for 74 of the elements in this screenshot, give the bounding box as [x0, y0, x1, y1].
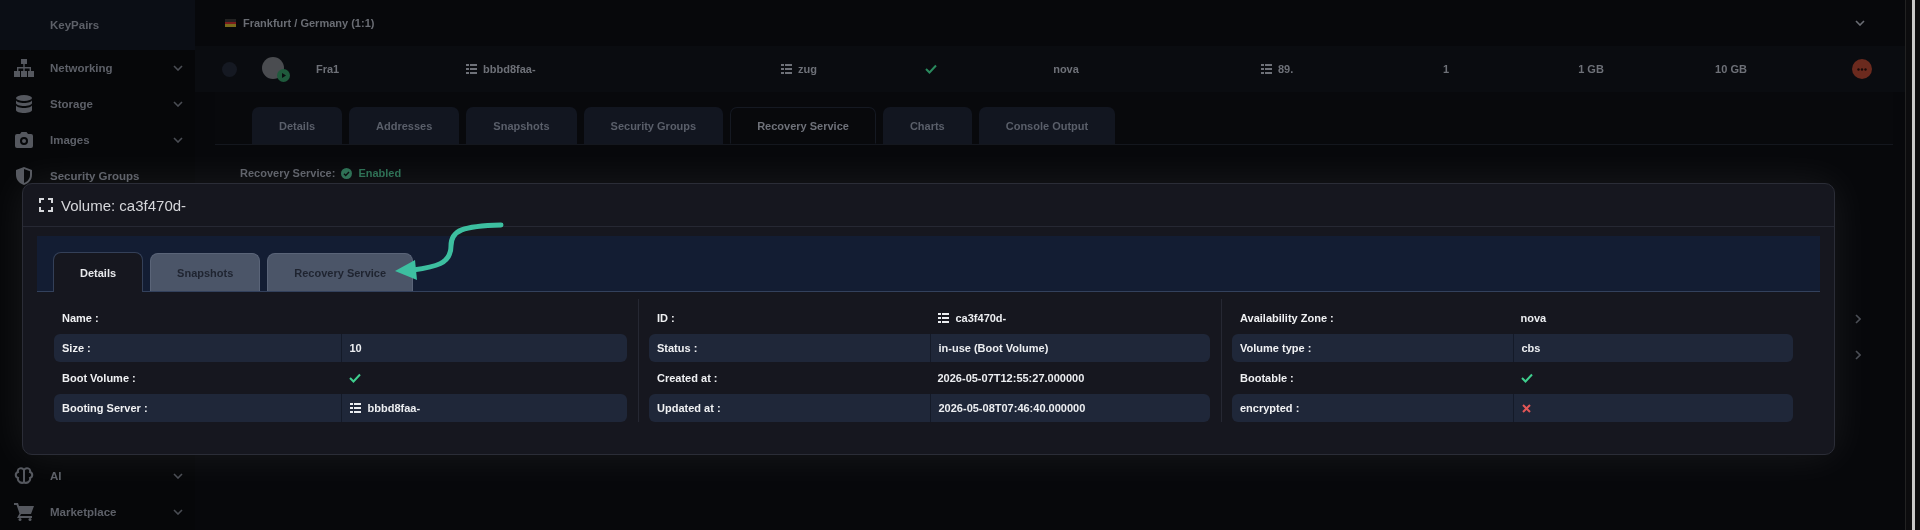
field-value: 2026-05-08T07:46:40.000000 [938, 402, 1086, 414]
sidebar-item[interactable]: Security Groups [50, 170, 183, 182]
field-value: in-use (Boot Volume) [938, 342, 1049, 354]
sitemap-icon [14, 59, 34, 77]
field-value: bbbd8faa- [367, 402, 421, 414]
list-icon [781, 64, 792, 74]
tab[interactable]: Snapshots [466, 107, 577, 144]
field-label: Volume type : [1239, 342, 1313, 354]
chevron-down-icon[interactable] [173, 137, 183, 143]
field-label: Status : [656, 342, 699, 354]
status-text: Enabled [358, 167, 402, 179]
field-label: Recovery Service: [240, 167, 336, 179]
sidebar-item[interactable]: Images [50, 134, 173, 146]
chevron-right-icon[interactable] [1855, 350, 1861, 360]
chevron-down-icon [1855, 20, 1865, 26]
table-cell: bbbd8faa- [483, 63, 536, 75]
table-cell: nova [1053, 63, 1079, 75]
chevron-right-icon[interactable] [1855, 314, 1861, 324]
field-label: encrypted : [1239, 402, 1301, 414]
ellipsis-icon [1857, 67, 1867, 71]
list-icon [1261, 64, 1272, 74]
sidebar-item[interactable]: KeyPairs [50, 19, 183, 31]
table-cell: Fra1 [316, 63, 340, 75]
table-cell: 89. [1278, 63, 1294, 75]
field-label: ID : [656, 312, 676, 324]
chevron-down-icon[interactable] [173, 473, 183, 479]
chevron-down-icon[interactable] [173, 101, 183, 107]
field-value: cbs [1521, 342, 1541, 354]
field-label: Booting Server : [61, 402, 149, 414]
field-label: Updated at : [656, 402, 722, 414]
flag-icon [225, 19, 236, 27]
scrollbar[interactable] [1905, 0, 1920, 530]
field-label: Created at : [656, 372, 719, 384]
table-cell: 1 [1442, 63, 1450, 75]
tab[interactable]: Console Output [978, 107, 1116, 144]
sidebar-item[interactable]: Storage [50, 98, 173, 110]
camera-icon [15, 132, 33, 148]
tab[interactable]: Details [252, 107, 343, 144]
modal-title: Volume: ca3f470d- [61, 196, 187, 214]
field-label: Bootable : [1239, 372, 1295, 384]
field-value: nova [1520, 312, 1547, 324]
tab[interactable]: Charts [882, 107, 972, 144]
field-label: Size : [61, 342, 92, 354]
field-value: ca3f470d- [955, 312, 1007, 324]
sidebar-item[interactable]: AI [50, 470, 173, 482]
chevron-down-icon[interactable] [173, 509, 183, 515]
tab[interactable]: Security Groups [583, 107, 724, 144]
os-logo-icon [262, 56, 290, 82]
field-label: Name : [61, 312, 100, 324]
list-icon [937, 313, 949, 323]
sidebar-item[interactable]: Marketplace [50, 506, 173, 518]
expand-icon[interactable] [39, 198, 53, 212]
table-cell: 10 GB [1715, 63, 1747, 75]
cart-icon [14, 503, 34, 521]
brain-icon [14, 467, 34, 485]
sidebar-item[interactable]: Networking [50, 62, 173, 74]
tab[interactable]: Addresses [349, 107, 460, 144]
tab[interactable]: Snapshots [150, 253, 261, 291]
field-value: 2026-05-07T12:55:27.000000 [937, 372, 1085, 384]
table-cell: zug [798, 63, 817, 75]
list-icon [349, 403, 361, 413]
chevron-down-icon[interactable] [173, 65, 183, 71]
list-icon [466, 64, 477, 74]
more-options-button[interactable] [1852, 59, 1872, 79]
field-label: Availability Zone : [1239, 312, 1335, 324]
tab[interactable]: Details [53, 252, 144, 292]
region-title: Frankfurt / Germany (1:1) [243, 17, 375, 29]
table-cell: 1 GB [1578, 63, 1604, 75]
field-value: 10 [349, 342, 362, 354]
shield-icon [16, 167, 32, 185]
field-label: Boot Volume : [61, 372, 137, 384]
tab[interactable]: Recovery Service [267, 253, 414, 291]
database-icon [16, 95, 32, 113]
tab[interactable]: Recovery Service [730, 107, 876, 144]
